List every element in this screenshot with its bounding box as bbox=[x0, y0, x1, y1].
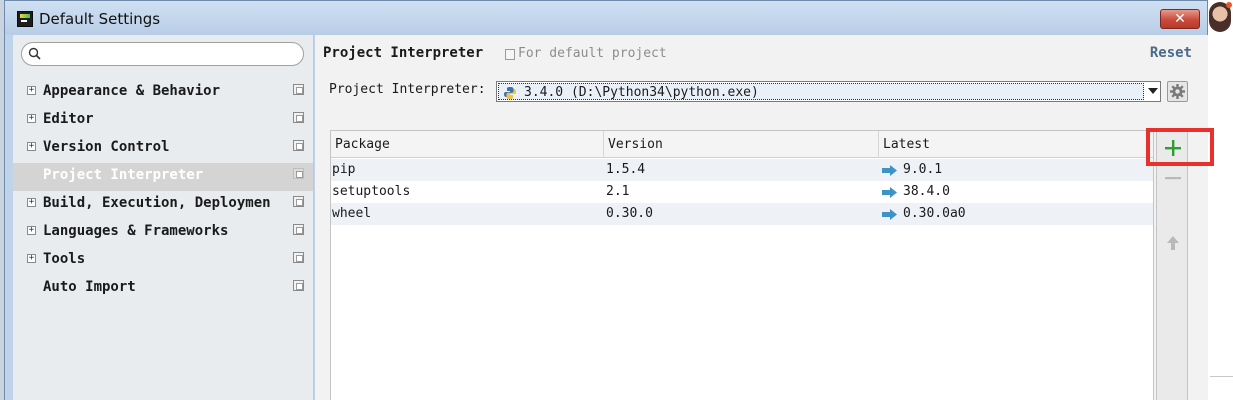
settings-tree: + Appearance & Behavior + Editor + Version Co… bbox=[13, 79, 313, 303]
reset-link[interactable]: Reset bbox=[1150, 45, 1192, 61]
package-name: wheel bbox=[332, 206, 372, 221]
package-latest: 9.0.1 bbox=[903, 162, 943, 177]
package-version: 1.5.4 bbox=[606, 162, 646, 177]
close-icon: ✕ bbox=[1174, 11, 1186, 27]
minus-icon[interactable] bbox=[1164, 169, 1182, 187]
settings-dialog: Default Settings ✕ + Appearance & Behavio… bbox=[4, 0, 1208, 400]
package-name: pip bbox=[332, 162, 356, 177]
sidebar-item-label: Version Control bbox=[43, 139, 170, 155]
project-scope-icon bbox=[293, 196, 304, 207]
project-scope-icon bbox=[293, 168, 304, 179]
project-scope-icon bbox=[293, 280, 304, 291]
sidebar-item-3[interactable]: Project Interpreter bbox=[13, 163, 313, 191]
background-desktop bbox=[1208, 0, 1233, 400]
table-row[interactable]: pip 1.5.4 9.0.1 bbox=[331, 159, 1153, 181]
sidebar-item-label: Auto Import bbox=[43, 279, 136, 295]
python-icon bbox=[504, 87, 516, 99]
expand-icon[interactable]: + bbox=[27, 86, 36, 95]
annotation-highlight-box bbox=[1146, 128, 1214, 166]
sidebar-item-label: Tools bbox=[43, 251, 86, 267]
package-latest: 0.30.0a0 bbox=[903, 206, 966, 221]
column-header-package[interactable]: Package bbox=[331, 131, 604, 158]
package-version: 2.1 bbox=[606, 184, 630, 199]
package-toolbar bbox=[1156, 130, 1188, 400]
table-row[interactable]: setuptools 2.1 38.4.0 bbox=[331, 181, 1153, 203]
arrow-up-icon[interactable] bbox=[1164, 234, 1182, 252]
packages-table: Package Version Latest pip 1.5.4 9.0.1 setu… bbox=[330, 130, 1154, 400]
sidebar-item-label: Build, Execution, Deploymen bbox=[43, 195, 271, 211]
sidebar-item-label: Project Interpreter bbox=[43, 167, 204, 183]
upgrade-arrow-icon bbox=[882, 209, 897, 220]
expand-icon[interactable]: + bbox=[27, 142, 36, 151]
column-header-version[interactable]: Version bbox=[604, 131, 879, 158]
search-input[interactable] bbox=[44, 45, 294, 63]
chevron-down-icon[interactable] bbox=[1148, 88, 1158, 94]
project-scope-icon bbox=[293, 84, 304, 95]
project-scope-icon bbox=[293, 224, 304, 235]
sidebar-item-5[interactable]: + Languages & Frameworks bbox=[13, 219, 313, 247]
sidebar-item-label: Appearance & Behavior bbox=[43, 83, 221, 99]
sidebar-item-0[interactable]: + Appearance & Behavior bbox=[13, 79, 313, 107]
background-divider bbox=[1210, 376, 1233, 377]
expand-icon[interactable]: + bbox=[27, 226, 36, 235]
pycharm-app-icon bbox=[17, 11, 33, 27]
upgrade-arrow-icon bbox=[882, 187, 897, 198]
interpreter-select-value: 3.4.0 (D:\Python34\python.exe) bbox=[498, 83, 1144, 100]
column-header-latest[interactable]: Latest bbox=[879, 131, 1153, 158]
table-row[interactable]: wheel 0.30.0 0.30.0a0 bbox=[331, 203, 1153, 225]
package-version: 0.30.0 bbox=[606, 206, 653, 221]
main-panel: Project Interpreter For default project … bbox=[315, 35, 1208, 400]
sidebar-item-6[interactable]: + Tools bbox=[13, 247, 313, 275]
scope-note: For default project bbox=[518, 46, 667, 61]
sidebar-item-7[interactable]: Auto Import bbox=[13, 275, 313, 303]
package-latest: 38.4.0 bbox=[903, 184, 950, 199]
project-scope-icon bbox=[293, 252, 304, 263]
close-button[interactable]: ✕ bbox=[1160, 9, 1200, 29]
interpreter-value: 3.4.0 (D:\Python34\python.exe) bbox=[524, 85, 759, 100]
interpreter-settings-button[interactable] bbox=[1167, 81, 1188, 102]
window-title: Default Settings bbox=[39, 10, 161, 28]
project-scope-icon bbox=[293, 140, 304, 151]
page-title: Project Interpreter bbox=[323, 45, 484, 61]
title-bar[interactable]: Default Settings ✕ bbox=[5, 1, 1207, 35]
gear-icon bbox=[1170, 84, 1185, 99]
notification-dot bbox=[1226, 2, 1232, 8]
interpreter-select[interactable]: 3.4.0 (D:\Python34\python.exe) bbox=[496, 81, 1161, 102]
sidebar-item-label: Editor bbox=[43, 111, 94, 127]
sidebar-item-label: Languages & Frameworks bbox=[43, 223, 229, 239]
search-icon bbox=[28, 47, 41, 60]
expand-icon[interactable]: + bbox=[27, 254, 36, 263]
settings-sidebar: + Appearance & Behavior + Editor + Version Co… bbox=[13, 35, 314, 400]
sidebar-item-1[interactable]: + Editor bbox=[13, 107, 313, 135]
sidebar-item-2[interactable]: + Version Control bbox=[13, 135, 313, 163]
project-scope-icon bbox=[505, 49, 515, 60]
upgrade-arrow-icon bbox=[882, 165, 897, 176]
sidebar-item-4[interactable]: + Build, Execution, Deploymen bbox=[13, 191, 313, 219]
package-name: setuptools bbox=[332, 184, 411, 199]
expand-icon[interactable]: + bbox=[27, 198, 36, 207]
table-header: Package Version Latest bbox=[331, 131, 1153, 158]
interpreter-label: Project Interpreter: bbox=[329, 82, 486, 97]
project-scope-icon bbox=[293, 112, 304, 123]
search-box[interactable] bbox=[21, 42, 304, 66]
expand-icon[interactable]: + bbox=[27, 114, 36, 123]
